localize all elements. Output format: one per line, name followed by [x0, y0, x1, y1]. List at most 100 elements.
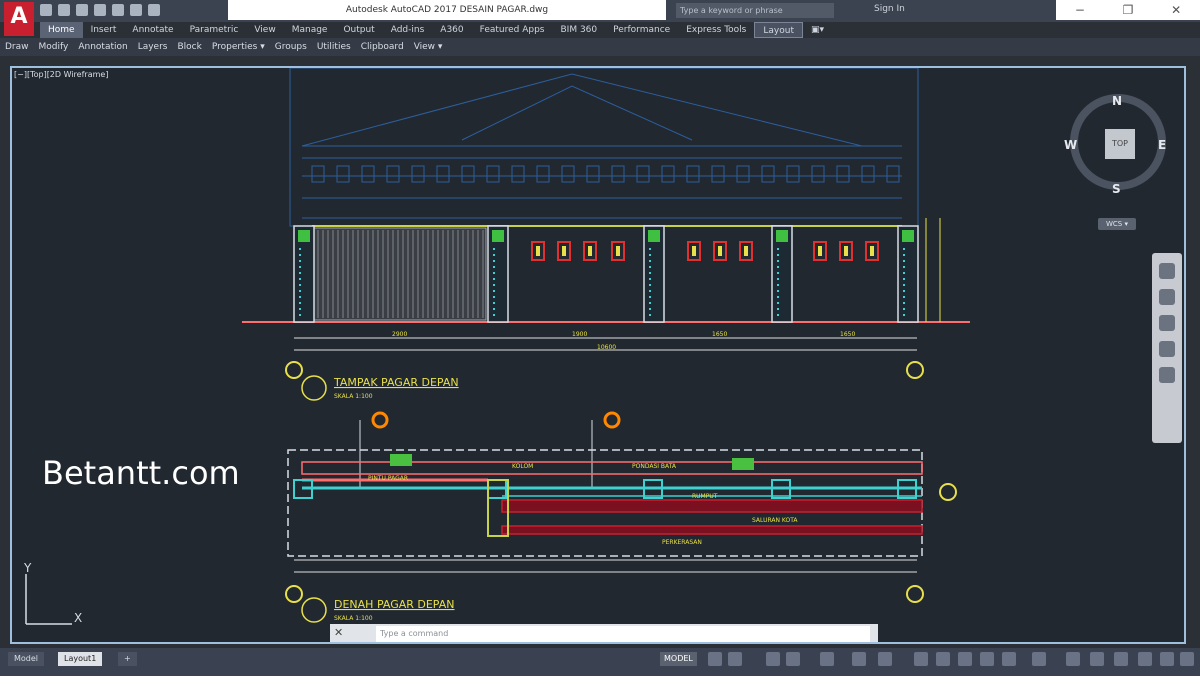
panel-block[interactable]: Block: [173, 38, 207, 56]
tab--[interactable]: ▣▾: [803, 22, 832, 38]
fence-ornament-inner: [692, 246, 696, 256]
panel-clipboard[interactable]: Clipboard: [356, 38, 409, 56]
label-pintu: PINTU PAGAR: [368, 475, 408, 482]
snap-icon[interactable]: [728, 652, 742, 666]
elevation-title: TAMPAK PAGAR DEPAN: [333, 376, 459, 389]
polar-icon[interactable]: [786, 652, 800, 666]
ortho-icon[interactable]: [766, 652, 780, 666]
autocad-logo-icon[interactable]: A: [4, 2, 34, 36]
search-input[interactable]: Type a keyword or phrase: [676, 3, 834, 18]
tab-featured-apps[interactable]: Featured Apps: [472, 22, 553, 38]
annotation-scale-icon[interactable]: [980, 652, 994, 666]
label-perkerasan: PERKERASAN: [662, 539, 702, 546]
steering-wheel-icon[interactable]: [1159, 263, 1175, 279]
selection-cycling-icon[interactable]: [958, 652, 972, 666]
tab-express-tools[interactable]: Express Tools: [678, 22, 754, 38]
new-file-icon[interactable]: [40, 4, 52, 16]
hardware-acceleration-icon[interactable]: [1138, 652, 1152, 666]
panel-layers[interactable]: Layers: [133, 38, 173, 56]
add-layout-button[interactable]: +: [118, 652, 137, 666]
tab-parametric[interactable]: Parametric: [182, 22, 247, 38]
tab-add-ins[interactable]: Add-ins: [383, 22, 433, 38]
column-texture-dot: [299, 272, 301, 274]
label-kolom: KOLOM: [512, 463, 533, 470]
isolate-objects-icon[interactable]: [1114, 652, 1128, 666]
tab-layout[interactable]: Layout: [754, 22, 803, 38]
restore-button[interactable]: ❐: [1123, 3, 1134, 17]
wcs-menu[interactable]: WCS ▾: [1098, 218, 1136, 230]
annotation-visibility-icon[interactable]: [1002, 652, 1016, 666]
building-window: [361, 165, 375, 183]
customization-icon[interactable]: [1180, 652, 1194, 666]
panel-modify[interactable]: Modify: [34, 38, 74, 56]
column-cap-lamp: [902, 230, 914, 242]
viewcube-top-face[interactable]: TOP: [1105, 129, 1135, 159]
tab-view[interactable]: View: [246, 22, 283, 38]
annotation-monitor-icon[interactable]: [1066, 652, 1080, 666]
panel-view-[interactable]: View ▾: [409, 38, 448, 56]
panel-draw[interactable]: Draw: [0, 38, 34, 56]
sign-in-button[interactable]: Sign In: [874, 4, 905, 14]
model-space-button[interactable]: MODEL: [660, 652, 697, 666]
column-texture-dot: [903, 254, 905, 256]
compass-south[interactable]: S: [1112, 182, 1121, 196]
zoom-icon[interactable]: [1159, 315, 1175, 331]
tab-model[interactable]: Model: [8, 652, 45, 666]
column-cap-lamp: [492, 230, 504, 242]
units-icon[interactable]: [1090, 652, 1104, 666]
grid-icon[interactable]: [708, 652, 722, 666]
compass-west[interactable]: W: [1064, 138, 1077, 152]
pan-icon[interactable]: [1159, 289, 1175, 305]
drawing-viewport[interactable]: [−][Top][2D Wireframe] 2900 1900 1650 16…: [10, 66, 1186, 644]
tab-layout1[interactable]: Layout1: [58, 652, 103, 666]
column-texture-dot: [903, 284, 905, 286]
close-button[interactable]: ✕: [1171, 3, 1181, 17]
taskbar-strip: [0, 676, 1200, 687]
ribbon-tabs: Home Insert Annotate Parametric View Manage Ou…: [40, 22, 832, 38]
tab-output[interactable]: Output: [335, 22, 382, 38]
orbit-icon[interactable]: [1159, 341, 1175, 357]
save-as-icon[interactable]: [94, 4, 106, 16]
minimize-button[interactable]: −: [1075, 3, 1085, 17]
object-snap-icon[interactable]: [878, 652, 892, 666]
open-file-icon[interactable]: [58, 4, 70, 16]
tab-insert[interactable]: Insert: [83, 22, 125, 38]
tab-manage[interactable]: Manage: [284, 22, 336, 38]
panel-utilities[interactable]: Utilities: [312, 38, 356, 56]
fence-ornament-inner: [616, 246, 620, 256]
column-texture-dot: [299, 314, 301, 316]
save-icon[interactable]: [76, 4, 88, 16]
column-cap-lamp: [648, 230, 660, 242]
column-texture-dot: [649, 278, 651, 280]
plot-icon[interactable]: [112, 4, 124, 16]
building-window: [311, 165, 325, 183]
transparency-icon[interactable]: [936, 652, 950, 666]
viewcube[interactable]: TOP: [1070, 94, 1166, 190]
column-texture-dot: [777, 278, 779, 280]
compass-north[interactable]: N: [1112, 94, 1122, 108]
column-texture-dot: [903, 314, 905, 316]
tab-performance[interactable]: Performance: [605, 22, 678, 38]
undo-icon[interactable]: [130, 4, 142, 16]
showmotion-icon[interactable]: [1159, 367, 1175, 383]
column-texture-dot: [493, 254, 495, 256]
column-texture-dot: [299, 284, 301, 286]
close-command-icon[interactable]: ✕: [334, 626, 343, 639]
tab-annotate[interactable]: Annotate: [124, 22, 181, 38]
command-input[interactable]: Type a command: [376, 626, 870, 642]
panel-properties-[interactable]: Properties ▾: [207, 38, 270, 56]
isodraft-icon[interactable]: [820, 652, 834, 666]
panel-groups[interactable]: Groups: [270, 38, 312, 56]
column-texture-dot: [903, 308, 905, 310]
column-texture-dot: [493, 278, 495, 280]
workspace-icon[interactable]: [1032, 652, 1046, 666]
tab-bim-360[interactable]: BIM 360: [553, 22, 606, 38]
clean-screen-icon[interactable]: [1160, 652, 1174, 666]
lineweight-icon[interactable]: [914, 652, 928, 666]
tab-home[interactable]: Home: [40, 22, 83, 38]
panel-annotation[interactable]: Annotation: [73, 38, 132, 56]
redo-icon[interactable]: [148, 4, 160, 16]
tab-a360[interactable]: A360: [432, 22, 471, 38]
compass-east[interactable]: E: [1158, 138, 1166, 152]
object-snap-tracking-icon[interactable]: [852, 652, 866, 666]
